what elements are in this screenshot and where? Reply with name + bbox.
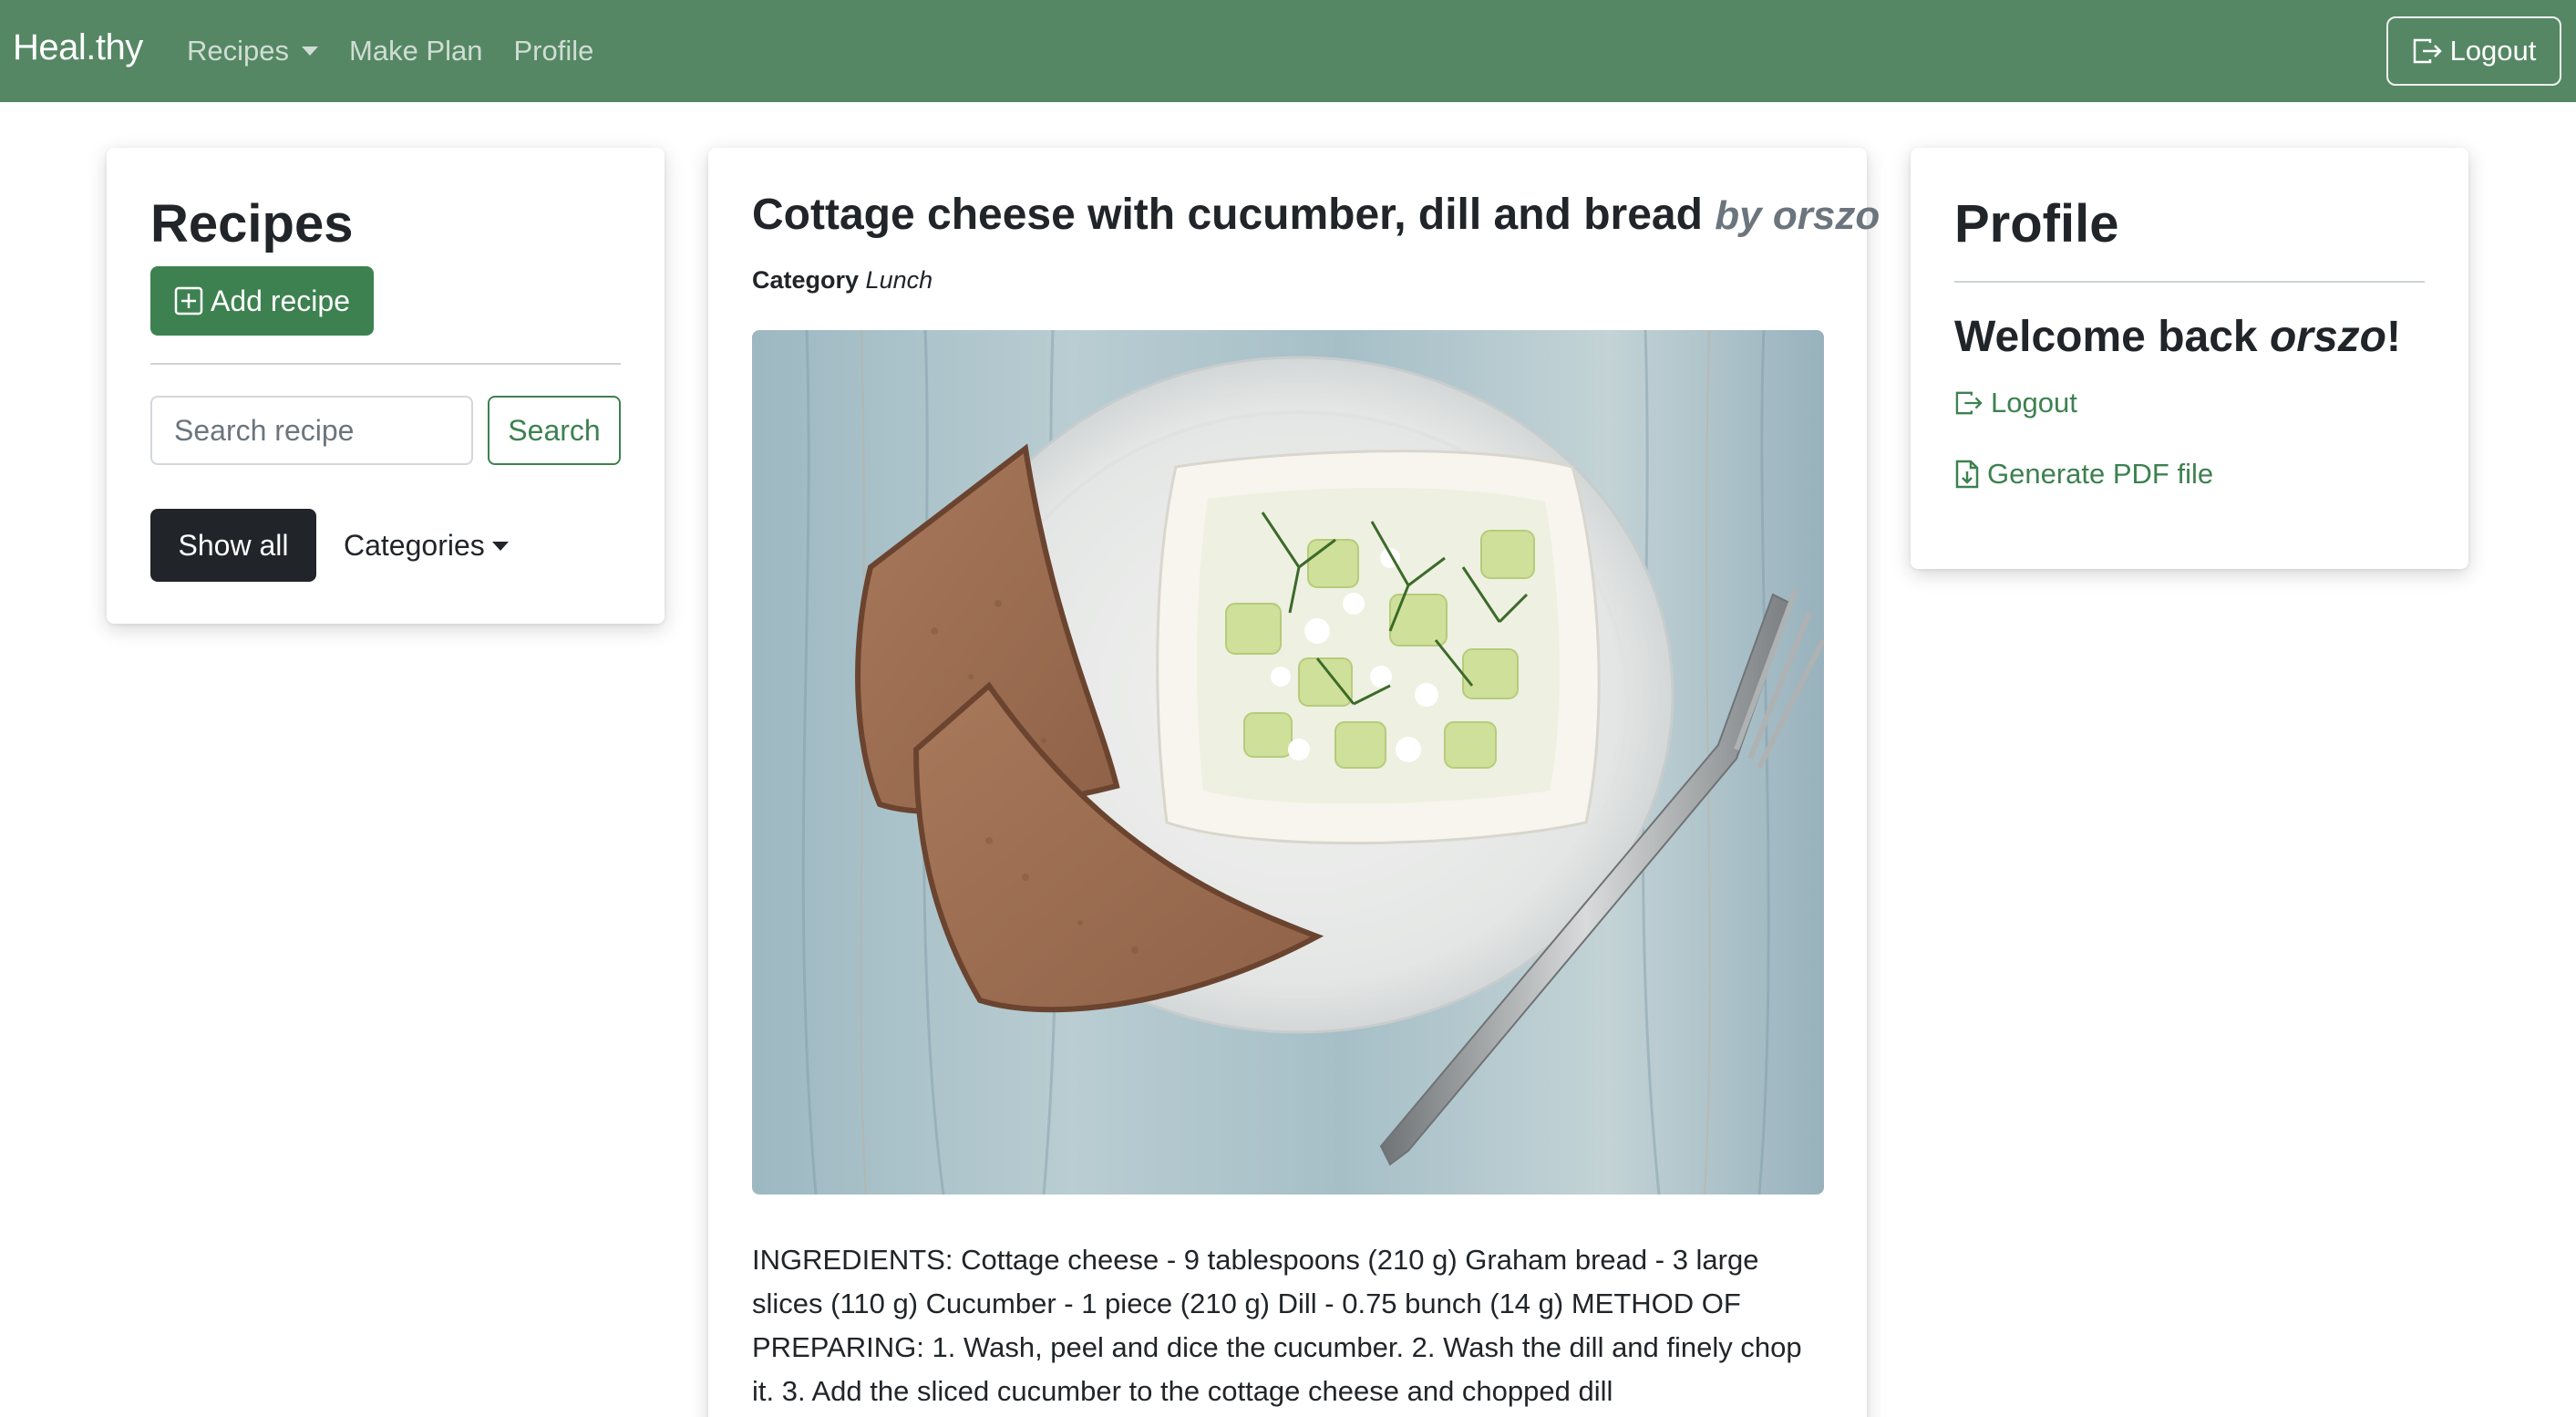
generate-pdf-link[interactable]: Generate PDF file bbox=[1954, 458, 2213, 491]
profile-panel: Profile Welcome back orszo! Logout Gener… bbox=[1911, 148, 2468, 569]
brand-logo[interactable]: Heal.thy bbox=[13, 27, 143, 68]
profile-logout-link[interactable]: Logout bbox=[1954, 387, 2077, 419]
logout-icon bbox=[1955, 391, 1983, 415]
chevron-down-icon bbox=[491, 541, 509, 551]
nav-recipes-dropdown[interactable]: Recipes bbox=[187, 35, 318, 67]
recipe-detail-panel: Cottage cheese with cucumber, dill and b… bbox=[708, 148, 1880, 1417]
recipe-title: Cottage cheese with cucumber, dill and b… bbox=[752, 190, 1880, 240]
nav-make-plan[interactable]: Make Plan bbox=[349, 35, 482, 67]
welcome-username: orszo bbox=[2269, 313, 2386, 361]
welcome-message: Welcome back orszo! bbox=[1954, 312, 2401, 362]
nav-profile[interactable]: Profile bbox=[513, 35, 593, 67]
add-recipe-button[interactable]: Add recipe bbox=[150, 266, 374, 336]
recipe-category-label: Category bbox=[752, 266, 860, 294]
recipe-description: INGREDIENTS: Cottage cheese - 9 tablespo… bbox=[752, 1244, 1802, 1407]
recipe-photo bbox=[752, 330, 1824, 1195]
recipe-author-prefix: by bbox=[1715, 193, 1762, 238]
nav-recipes-label: Recipes bbox=[187, 35, 289, 67]
welcome-prefix: Welcome back bbox=[1954, 313, 2270, 361]
profile-panel-title: Profile bbox=[1954, 194, 2119, 253]
generate-pdf-label: Generate PDF file bbox=[1987, 458, 2214, 490]
nav-links: Recipes Make Plan Profile bbox=[187, 35, 624, 67]
plus-square-icon bbox=[174, 286, 203, 315]
categories-dropdown[interactable]: Categories bbox=[344, 529, 509, 563]
recipe-category: Category Lunch bbox=[752, 266, 933, 295]
recipe-title-text: Cottage cheese with cucumber, dill and b… bbox=[752, 191, 1703, 239]
chevron-down-icon bbox=[302, 47, 318, 56]
add-recipe-label: Add recipe bbox=[211, 284, 350, 317]
profile-logout-label: Logout bbox=[1991, 387, 2077, 419]
recipe-author: by orszo bbox=[1715, 193, 1880, 238]
show-all-button[interactable]: Show all bbox=[150, 509, 316, 582]
welcome-suffix: ! bbox=[2385, 313, 2401, 361]
food-photo-icon bbox=[752, 330, 1824, 1195]
recipe-category-value: Lunch bbox=[865, 266, 933, 294]
recipes-panel-title: Recipes bbox=[150, 194, 354, 253]
search-recipe-input[interactable] bbox=[150, 396, 473, 465]
navbar-logout-label: Logout bbox=[2449, 35, 2537, 67]
file-download-icon bbox=[1955, 460, 1979, 489]
navbar-logout-button[interactable]: Logout bbox=[2386, 16, 2561, 86]
divider bbox=[1954, 281, 2425, 283]
top-navbar: Heal.thy Recipes Make Plan Profile Logou… bbox=[0, 0, 2576, 102]
recipes-panel: Recipes Add recipe Search Show all Categ… bbox=[107, 148, 665, 624]
recipe-author-name: orszo bbox=[1772, 193, 1880, 238]
search-button[interactable]: Search bbox=[488, 396, 621, 465]
divider bbox=[150, 363, 621, 365]
logout-icon bbox=[2413, 38, 2442, 64]
categories-label: Categories bbox=[344, 529, 485, 562]
